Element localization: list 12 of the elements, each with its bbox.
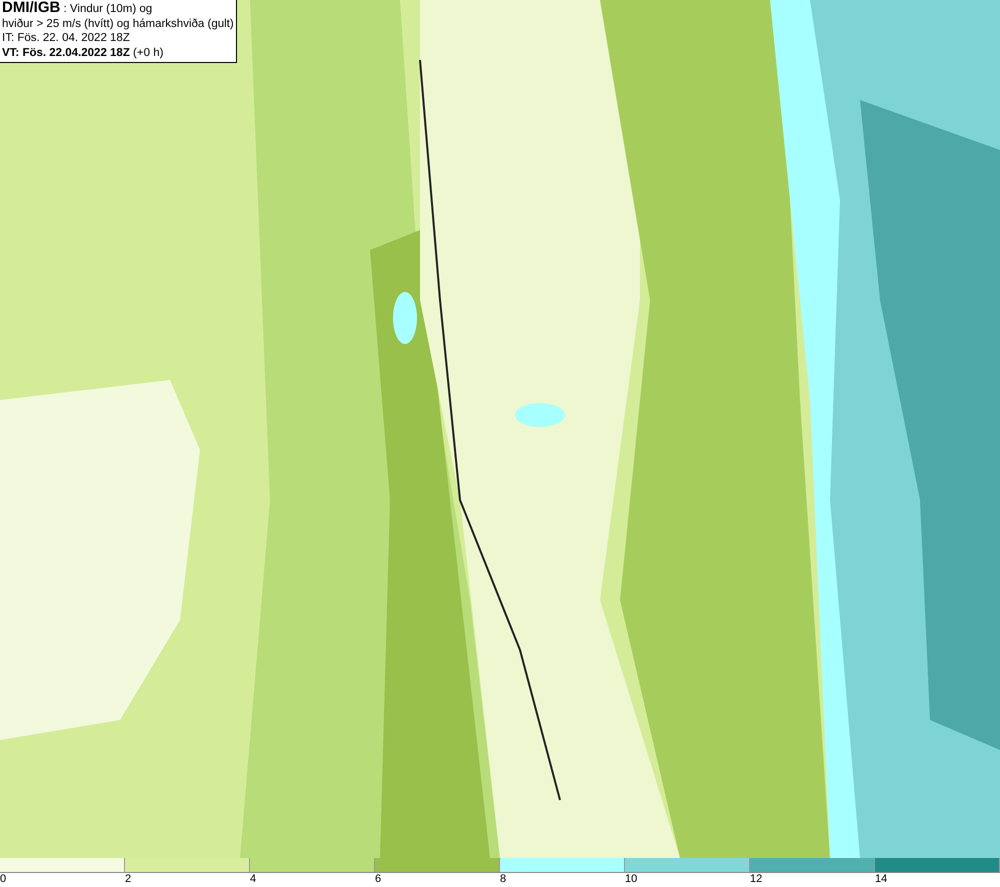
scale-label: 8	[500, 873, 508, 886]
map-title: DMI/IGB : Vindur (10m) og	[2, 1, 152, 16]
scale-label: 14	[875, 873, 888, 886]
scale-label: 10	[625, 873, 638, 886]
scale-label: 2	[125, 873, 132, 886]
scale-label: 6	[375, 873, 382, 886]
initial-time: IT: Fös. 22. 04. 2022 18Z	[2, 31, 130, 46]
valid-time: VT: Fös. 22.04.2022 18Z (+0 h)	[2, 46, 164, 60]
scale-label: 12	[750, 873, 764, 886]
map-subtitle: hviður > 25 m/s (hvítt) og hámarkshviða (gult)	[2, 16, 234, 31]
scale-label: 4	[250, 873, 258, 886]
scale-label: 0	[0, 873, 8, 886]
